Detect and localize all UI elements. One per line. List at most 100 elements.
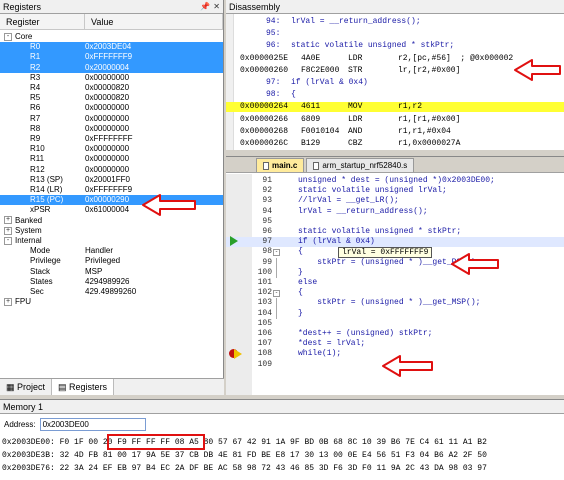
internal-row[interactable]: Privilege Privileged <box>0 256 223 266</box>
register-name: + FPU <box>0 297 85 307</box>
fold-toggle-icon[interactable]: - <box>273 290 280 298</box>
register-row[interactable]: R5 0x00000820 <box>0 93 223 103</box>
register-row[interactable]: R12 0x00000000 <box>0 165 223 175</box>
tree-group-fpu[interactable]: + FPU <box>0 297 223 307</box>
instruction-line[interactable]: 0x00000268 F0010104 AND r1,r1,#0x04 <box>226 127 564 137</box>
register-row[interactable]: xPSR 0x61000004 <box>0 205 223 215</box>
internal-row[interactable]: Sec 429.49899260 <box>0 287 223 297</box>
collapse-icon[interactable]: - <box>4 32 12 41</box>
register-value: 0xFFFFFFFF <box>85 134 133 143</box>
source-line[interactable]: 98: { <box>226 90 564 100</box>
address-input[interactable]: 0x2003DE00 <box>39 418 146 431</box>
close-icon[interactable]: ✕ <box>213 2 220 11</box>
register-label: R3 <box>30 72 41 82</box>
code-line[interactable]: 101 else <box>226 278 564 288</box>
code-line[interactable]: 106 *dest++ = (unsigned) stkPtr; <box>226 329 564 339</box>
internal-row[interactable]: Mode Handler <box>0 246 223 256</box>
memory-row[interactable]: 0x2003DE00: F0 1F 00 20 F9 FF FF FF 08 A… <box>2 437 487 449</box>
register-name: + Banked <box>0 216 85 226</box>
tab-registers[interactable]: ▤ Registers <box>52 379 115 395</box>
register-row[interactable]: R14 (LR) 0xFFFFFFF9 <box>0 185 223 195</box>
instruction-line[interactable]: 0x0000025E 4A0E LDR r2,[pc,#56] ; @0x000002 <box>226 54 564 64</box>
register-name: R15 (PC) <box>0 195 85 205</box>
source-line[interactable]: 94: lrVal = __return_address(); <box>226 17 564 27</box>
register-row[interactable]: R15 (PC) 0x00000290 <box>0 195 223 206</box>
tree-group-internal[interactable]: - Internal <box>0 236 223 246</box>
register-row[interactable]: R13 (SP) 0x20001FF0 <box>0 175 223 185</box>
code-line[interactable]: 109 <box>226 360 564 370</box>
fold-toggle-icon[interactable]: - <box>273 249 280 257</box>
code-line[interactable]: 94 lrVal = __return_address(); <box>226 207 564 217</box>
source-line[interactable]: 97: if (lrVal & 0x4) <box>226 78 564 88</box>
register-row[interactable]: R9 0xFFFFFFFF <box>0 134 223 144</box>
registers-header: Register Value <box>0 14 223 30</box>
tab-project[interactable]: ▦ Project <box>0 379 53 395</box>
expand-icon[interactable]: + <box>4 298 12 307</box>
tree-group-core[interactable]: - Core <box>0 32 223 42</box>
register-value: 0x00000000 <box>85 154 130 164</box>
tab-main-c[interactable]: main.c <box>256 158 305 172</box>
column-value[interactable]: Value <box>85 14 223 30</box>
register-row[interactable]: R8 0x00000000 <box>0 124 223 134</box>
register-row[interactable]: R3 0x00000000 <box>0 73 223 83</box>
file-icon <box>263 161 269 170</box>
line-number: 94 <box>262 206 272 216</box>
bottom-tabs: ▦ Project ▤ Registers <box>0 378 224 395</box>
register-value <box>85 32 223 42</box>
line-number: 93 <box>262 196 272 206</box>
line-number: 91 <box>262 176 272 185</box>
instruction-line[interactable]: 0x00000264 4611 MOV r1,r2 <box>226 102 564 113</box>
register-value: 0x00000000 <box>85 123 130 133</box>
code-line[interactable]: 105 <box>226 319 564 329</box>
internal-row[interactable]: States 4294989926 <box>0 277 223 287</box>
register-name: R14 (LR) <box>0 185 85 195</box>
expand-icon[interactable]: + <box>4 226 12 235</box>
pin-icon[interactable]: 📌 <box>200 2 210 11</box>
tree-group[interactable]: + System <box>0 226 223 236</box>
register-row[interactable]: R0 0x2003DE04 <box>0 42 223 53</box>
memory-panel: Memory 1 Address: 0x2003DE00 0x2003DE00:… <box>0 399 564 480</box>
tree-group[interactable]: + Banked <box>0 216 223 226</box>
register-value: 0x20001FF0 <box>85 174 130 184</box>
column-register[interactable]: Register <box>0 14 85 30</box>
register-label: R6 <box>30 103 41 113</box>
register-row[interactable]: R2 0x20000004 <box>0 62 223 73</box>
register-row[interactable]: R7 0x00000000 <box>0 114 223 124</box>
code-line[interactable]: 97 if (lrVal & 0x4) <box>226 237 564 248</box>
code-text: { <box>298 288 303 298</box>
register-value <box>85 216 223 226</box>
register-row[interactable]: R6 0x00000000 <box>0 103 223 113</box>
instruction-line[interactable]: 0x00000260 F8C2E000 STR lr,[r2,#0x00] <box>226 66 564 76</box>
register-row[interactable]: R10 0x00000000 <box>0 144 223 154</box>
instruction-address: 0x0000025E <box>240 53 289 63</box>
register-name: R0 <box>0 42 85 52</box>
expand-icon[interactable]: + <box>4 216 12 225</box>
code-editor[interactable]: 91 unsigned * dest = (unsigned *)0x2003DE… <box>226 174 564 395</box>
registers-tree[interactable]: - Core R0 0x2003DE04 R1 0xFFFFFFF9 R2 0x2000000… <box>0 30 223 378</box>
register-name: Privilege <box>0 256 85 266</box>
code-line[interactable]: 95 <box>226 217 564 227</box>
register-value: 0x00000290 <box>85 195 130 205</box>
instruction-line[interactable]: 0x00000266 6809 LDR r1,[r1,#0x00] <box>226 115 564 125</box>
instruction-line[interactable]: 0x0000026C B129 CBZ r1,0x0000027A <box>226 139 564 149</box>
memory-row[interactable]: 0x2003DE76: 22 3A 24 EF EB 97 B4 EC 2A D… <box>2 463 487 475</box>
register-row[interactable]: R11 0x00000000 <box>0 154 223 164</box>
code-line[interactable]: 96 static volatile unsigned * stkPtr; <box>226 227 564 237</box>
collapse-icon[interactable]: - <box>4 236 12 245</box>
source-line[interactable]: 96: static volatile unsigned * stkPtr; <box>226 41 564 51</box>
source-line[interactable]: 95: <box>226 29 564 39</box>
register-row[interactable]: R4 0x00000820 <box>0 83 223 93</box>
code-line[interactable]: 91 unsigned * dest = (unsigned *)0x2003DE… <box>226 176 564 186</box>
instruction-address: 0x00000266 <box>240 114 289 124</box>
register-row[interactable]: R1 0xFFFFFFF9 <box>0 52 223 63</box>
memory-row[interactable]: 0x2003DE3B: 32 4D FB 81 00 17 9A 5E 37 C… <box>2 450 487 462</box>
disassembly-view[interactable]: 94: lrVal = __return_address(); 95: 96: stat… <box>226 14 564 150</box>
register-label: Mode <box>30 246 51 256</box>
internal-row[interactable]: Stack MSP <box>0 267 223 277</box>
code-line[interactable]: 93 //lrVal = __get_LR(); <box>226 196 564 206</box>
tab-startup-s[interactable]: arm_startup_nrf52840.s <box>306 158 415 172</box>
code-line[interactable]: 92 static volatile unsigned lrVal; <box>226 186 564 196</box>
code-line[interactable]: 107 *dest = lrVal; <box>226 339 564 349</box>
code-line[interactable]: 108 while(1); <box>226 349 564 359</box>
instruction-operands: r2,[pc,#56] ; @0x000002 <box>398 53 514 63</box>
